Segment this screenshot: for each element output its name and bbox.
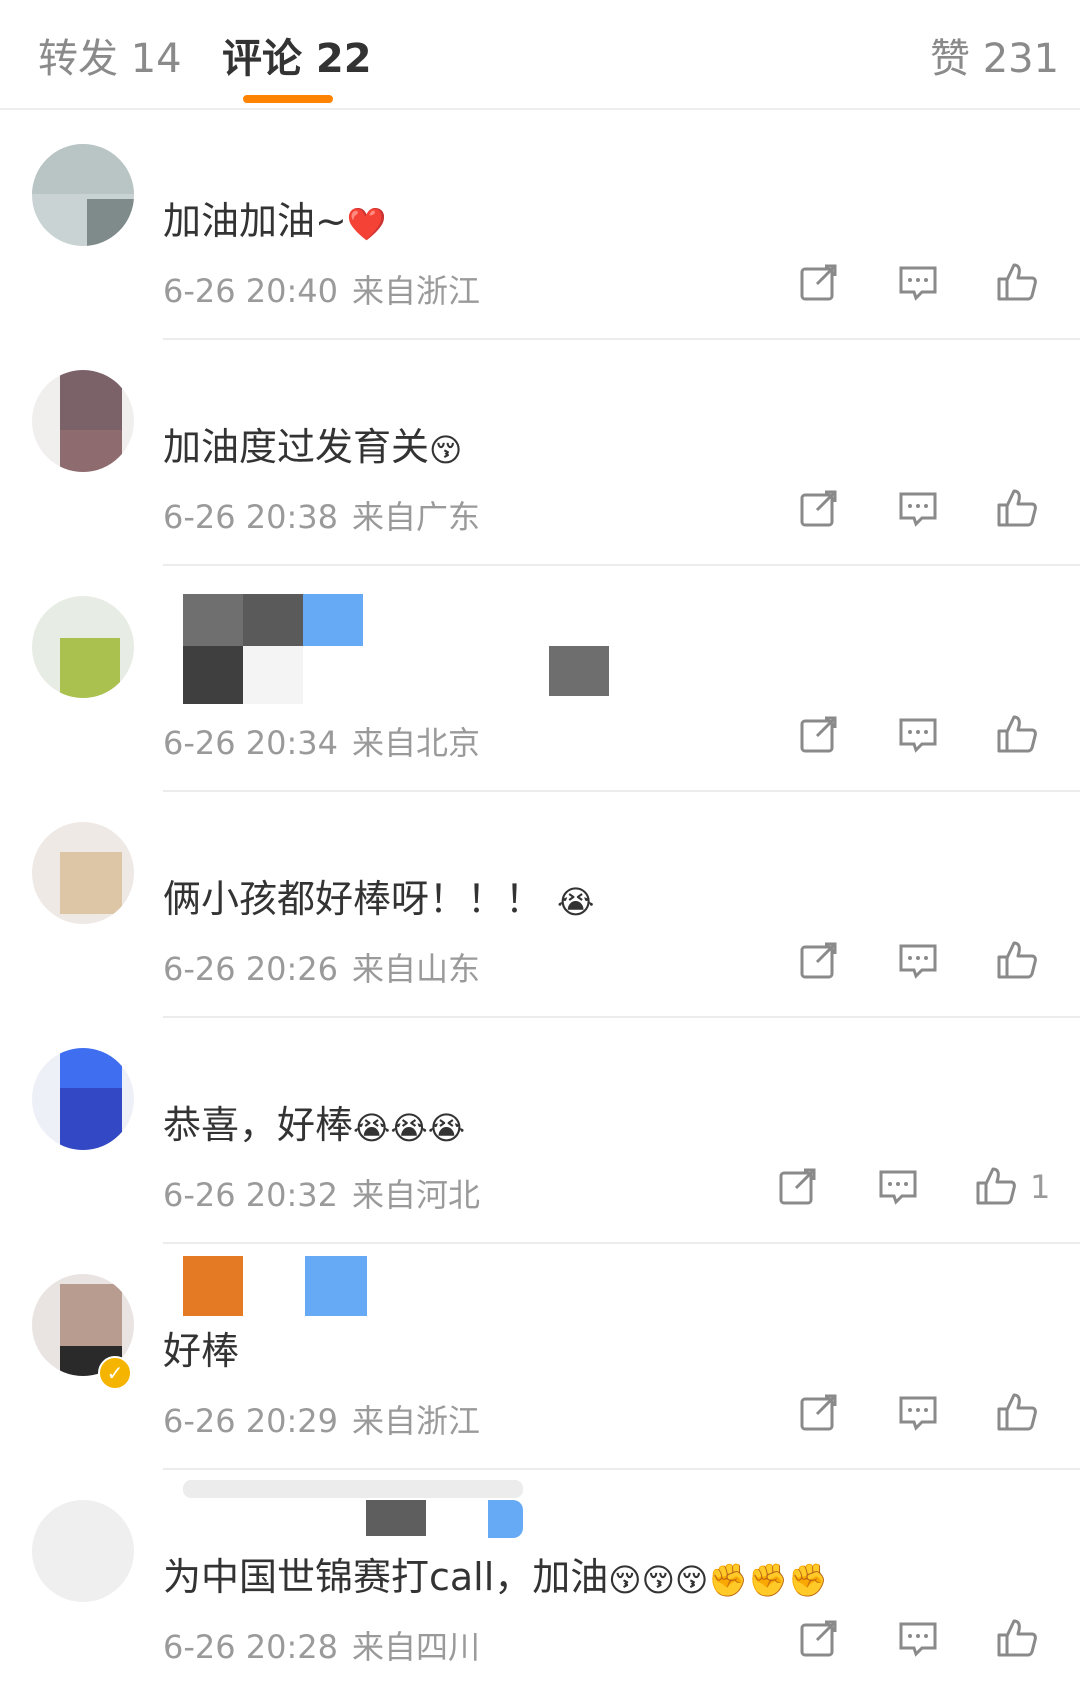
comment-item: 恭喜，好棒😭😭😭 6-26 20:32 来自河北 1 bbox=[0, 1018, 1080, 1244]
comment-meta: 6-26 20:38 来自广东 bbox=[163, 492, 494, 538]
comment-text: 俩小孩都好棒呀！！！ 😭 bbox=[163, 877, 595, 921]
thumbs-up-icon[interactable] bbox=[974, 1164, 1018, 1208]
comment-icon[interactable] bbox=[896, 486, 940, 530]
comment-item: ✓ 好棒 6-26 20:29 来自浙江 bbox=[0, 1244, 1080, 1470]
avatar[interactable] bbox=[32, 822, 134, 924]
comment-icon[interactable] bbox=[896, 1616, 940, 1660]
thumbs-up-icon[interactable] bbox=[995, 260, 1039, 304]
tab-likes[interactable]: 赞 231 bbox=[930, 26, 1059, 84]
comment-text: 好棒 bbox=[163, 1329, 240, 1373]
share-icon[interactable] bbox=[797, 260, 841, 304]
avatar[interactable] bbox=[32, 370, 134, 472]
obscured-content bbox=[183, 594, 613, 704]
like-count: 1 bbox=[1030, 1168, 1051, 1206]
comment-time: 6-26 20:34 bbox=[163, 724, 339, 762]
avatar[interactable] bbox=[32, 1500, 134, 1602]
comment-time: 6-26 20:28 bbox=[163, 1628, 339, 1666]
comment-meta: 6-26 20:29 来自浙江 bbox=[163, 1396, 494, 1442]
thumbs-up-icon[interactable] bbox=[995, 712, 1039, 756]
comment-location: 来自河北 bbox=[352, 1176, 481, 1214]
thumbs-up-icon[interactable] bbox=[995, 486, 1039, 530]
tab-repost[interactable]: 转发 14 bbox=[38, 26, 182, 84]
share-icon[interactable] bbox=[776, 1164, 820, 1208]
tab-bar: 转发 14 评论 22 赞 231 bbox=[0, 0, 1080, 110]
comment-location: 来自山东 bbox=[352, 950, 481, 988]
comment-time: 6-26 20:29 bbox=[163, 1402, 339, 1440]
comment-location: 来自浙江 bbox=[352, 1402, 481, 1440]
share-icon[interactable] bbox=[797, 1616, 841, 1660]
comment-time: 6-26 20:26 bbox=[163, 950, 339, 988]
share-icon[interactable] bbox=[797, 1390, 841, 1434]
comment-text: 加油加油~❤️ bbox=[163, 199, 387, 243]
active-tab-indicator bbox=[243, 95, 333, 103]
comment-meta: 6-26 20:32 来自河北 bbox=[163, 1170, 494, 1216]
thumbs-up-icon[interactable] bbox=[995, 938, 1039, 982]
thumbs-up-icon[interactable] bbox=[995, 1390, 1039, 1434]
comment-item: 俩小孩都好棒呀！！！ 😭 6-26 20:26 来自山东 bbox=[0, 792, 1080, 1018]
comment-text: 加油度过发育关😚 bbox=[163, 425, 463, 469]
comment-icon[interactable] bbox=[896, 1390, 940, 1434]
comment-meta: 6-26 20:40 来自浙江 bbox=[163, 266, 494, 312]
thumbs-up-icon[interactable] bbox=[995, 1616, 1039, 1660]
comment-text: 恭喜，好棒😭😭😭 bbox=[163, 1103, 466, 1147]
comment-meta: 6-26 20:34 来自北京 bbox=[163, 718, 494, 764]
comment-location: 来自四川 bbox=[352, 1628, 481, 1666]
comment-icon[interactable] bbox=[896, 712, 940, 756]
comment-meta: 6-26 20:26 来自山东 bbox=[163, 944, 494, 990]
comment-text: 为中国世锦赛打call，加油😚😚😚✊✊✊ bbox=[163, 1555, 828, 1599]
comment-icon[interactable] bbox=[896, 938, 940, 982]
obscured-content bbox=[183, 1480, 523, 1540]
share-icon[interactable] bbox=[797, 712, 841, 756]
comment-meta: 6-26 20:28 来自四川 bbox=[163, 1622, 494, 1668]
avatar[interactable] bbox=[32, 1048, 134, 1150]
verified-badge-icon: ✓ bbox=[98, 1356, 132, 1390]
comment-location: 来自广东 bbox=[352, 498, 481, 536]
comment-item: 加油度过发育关😚 6-26 20:38 来自广东 bbox=[0, 340, 1080, 566]
comment-location: 来自浙江 bbox=[352, 272, 481, 310]
comment-item: 为中国世锦赛打call，加油😚😚😚✊✊✊ 6-26 20:28 来自四川 bbox=[0, 1470, 1080, 1696]
share-icon[interactable] bbox=[797, 486, 841, 530]
comment-location: 来自北京 bbox=[352, 724, 481, 762]
comment-icon[interactable] bbox=[876, 1164, 920, 1208]
obscured-content bbox=[183, 1256, 383, 1318]
comment-time: 6-26 20:40 bbox=[163, 272, 339, 310]
comment-item: 6-26 20:34 来自北京 bbox=[0, 566, 1080, 792]
avatar[interactable] bbox=[32, 144, 134, 246]
avatar[interactable] bbox=[32, 596, 134, 698]
comment-time: 6-26 20:32 bbox=[163, 1176, 339, 1214]
comment-icon[interactable] bbox=[896, 260, 940, 304]
comment-item: 加油加油~❤️ 6-26 20:40 来自浙江 bbox=[0, 114, 1080, 340]
tab-comments[interactable]: 评论 22 bbox=[222, 26, 372, 84]
comment-time: 6-26 20:38 bbox=[163, 498, 339, 536]
share-icon[interactable] bbox=[797, 938, 841, 982]
